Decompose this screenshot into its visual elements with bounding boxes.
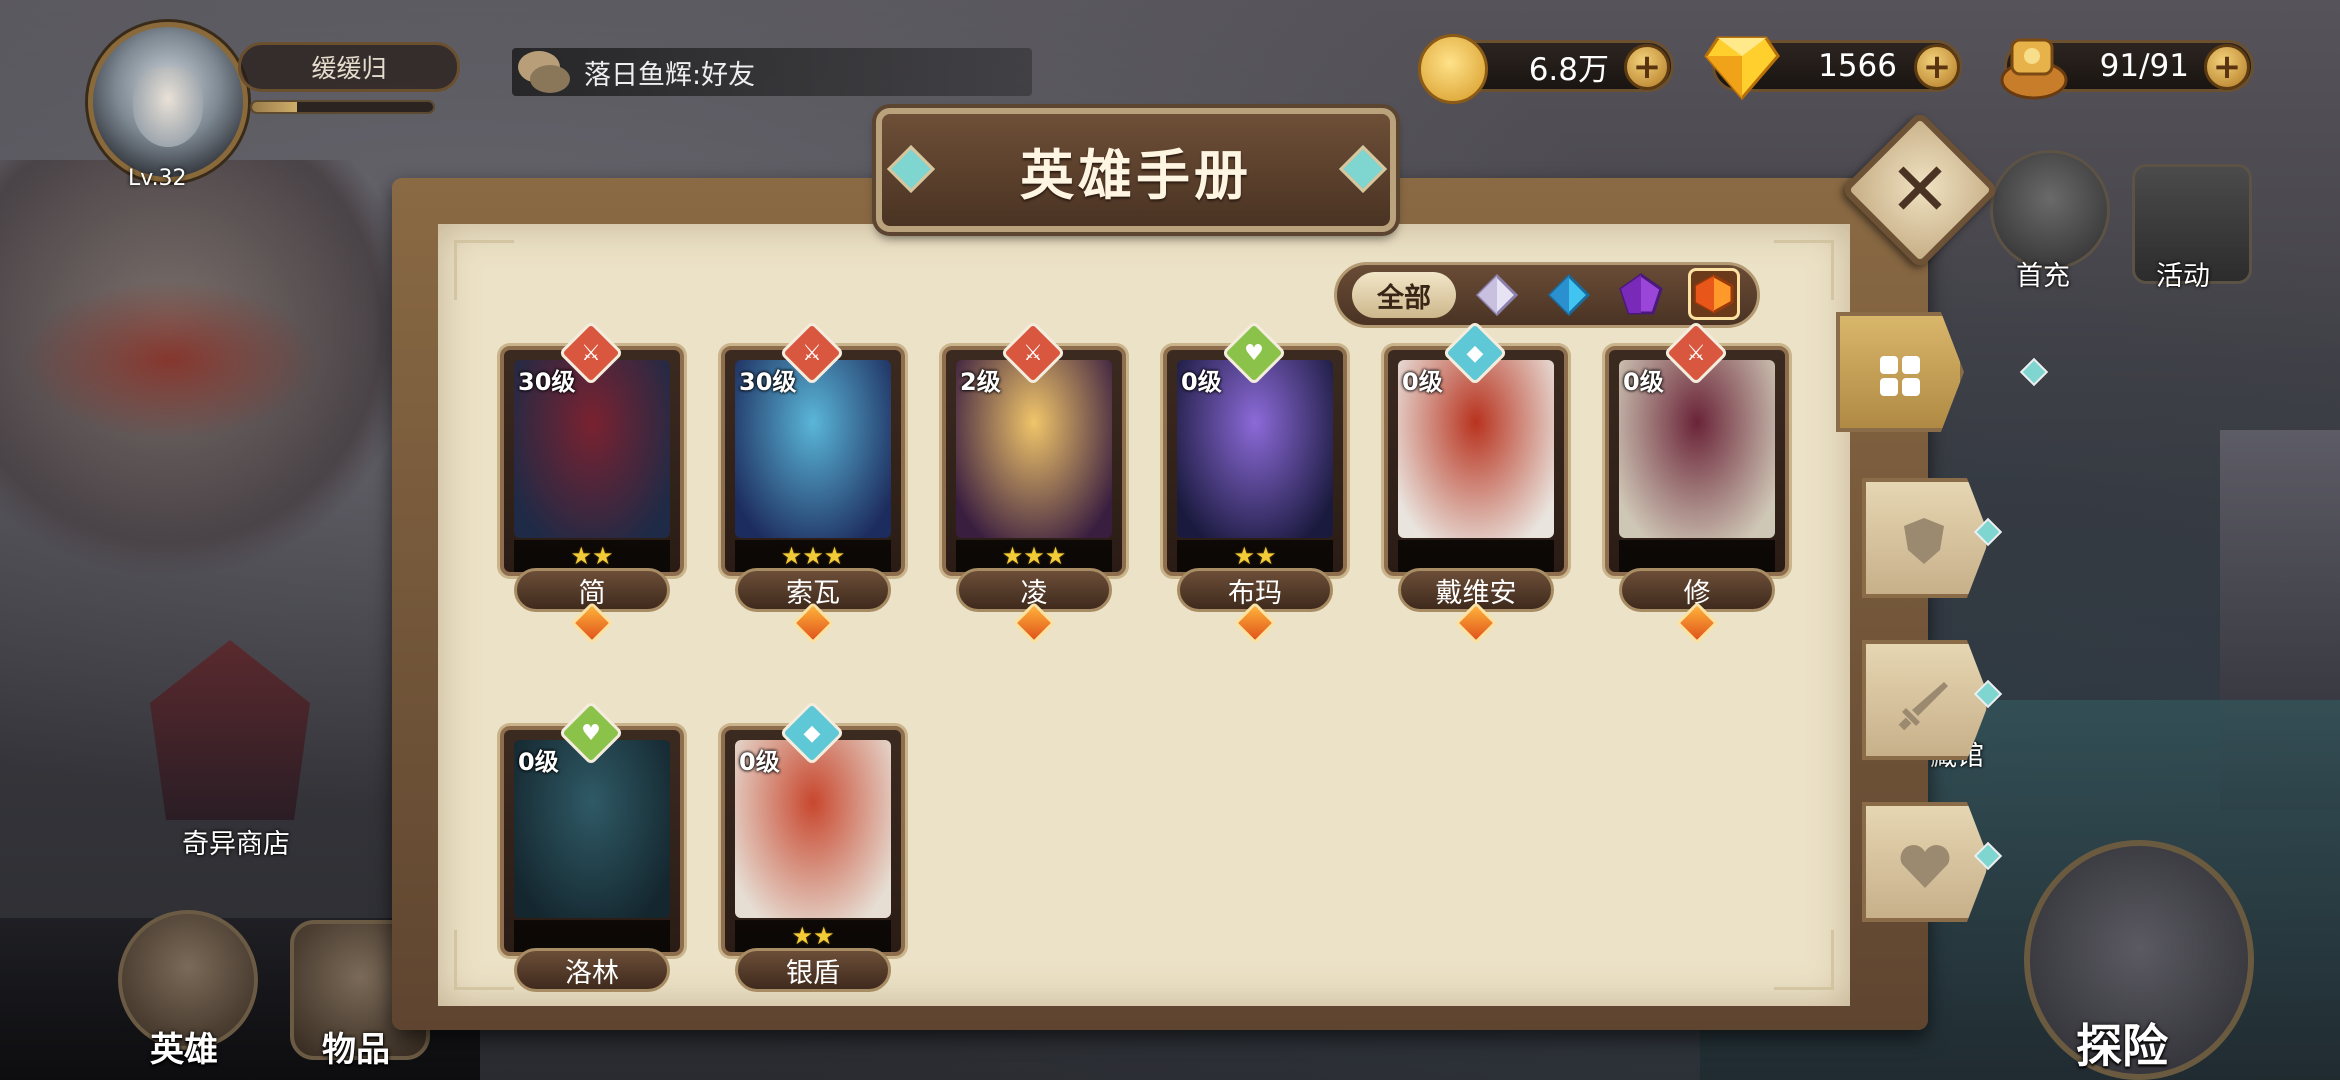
- white-gem-icon[interactable]: [1474, 272, 1520, 318]
- chat-message: 落日鱼辉:好友: [584, 59, 756, 91]
- player-avatar[interactable]: [88, 22, 248, 182]
- events-label[interactable]: 活动: [2156, 254, 2210, 293]
- hero-level: 30级: [739, 368, 797, 396]
- stamina-amount: 91/91: [2099, 48, 2189, 84]
- tab-all-heroes[interactable]: [1836, 312, 1964, 432]
- hero-name: 洛林: [514, 948, 670, 992]
- panel-title-plate: 英雄手册: [876, 108, 1396, 232]
- hero-card[interactable]: 0级 ★★ ◆ 银盾: [721, 700, 905, 992]
- tab-tank-heroes[interactable]: [1862, 478, 1990, 598]
- hero-level: 2级: [960, 368, 1001, 396]
- first-recharge-icon[interactable]: [1990, 150, 2110, 270]
- gold-amount: 6.8万: [1528, 51, 1609, 88]
- xp-bar-fill: [252, 102, 298, 112]
- hero-card[interactable]: 0级 ♥ 洛林: [500, 700, 684, 992]
- hero-level: 30级: [518, 368, 576, 396]
- explore-label[interactable]: 探险: [2076, 1010, 2168, 1076]
- first-recharge-label[interactable]: 首充: [2016, 254, 2070, 293]
- filter-all-button[interactable]: 全部: [1352, 272, 1456, 318]
- add-gold-button[interactable]: +: [1624, 44, 1670, 90]
- shield-icon: [1904, 518, 1944, 564]
- sword-icon: [1898, 682, 1948, 730]
- add-diamond-button[interactable]: +: [1914, 44, 1960, 90]
- add-stamina-button[interactable]: +: [2204, 44, 2250, 90]
- hero-card[interactable]: 30级 ★★ ⚔ 简: [500, 320, 684, 645]
- player-level: Lv.32: [128, 166, 187, 191]
- avatar-face: [133, 67, 203, 147]
- hero-level: 0级: [1402, 368, 1443, 396]
- heart-icon: [1900, 845, 1950, 888]
- hero-card[interactable]: 30级 ★★★ ⚔ 索瓦: [721, 320, 905, 645]
- strange-shop-label[interactable]: 奇异商店: [182, 822, 290, 861]
- chat-icon: [518, 51, 570, 93]
- stamina-food-icon: [2000, 38, 2068, 100]
- hero-level: 0级: [739, 748, 780, 776]
- items-nav-label[interactable]: 物品: [322, 1022, 390, 1071]
- hero-name: 银盾: [735, 948, 891, 992]
- tab-support-heroes[interactable]: [1862, 802, 1990, 922]
- gold-coin-icon: [1418, 34, 1488, 104]
- heroes-nav-label[interactable]: 英雄: [150, 1022, 218, 1071]
- grid-icon: [1880, 356, 1920, 396]
- blue-gem-icon[interactable]: [1546, 272, 1592, 318]
- background-foliage: [20, 280, 320, 440]
- purple-gem-icon[interactable]: [1618, 272, 1664, 318]
- hero-card[interactable]: 2级 ★★★ ⚔ 凌: [942, 320, 1126, 645]
- hero-level: 0级: [1623, 368, 1664, 396]
- hero-card[interactable]: 0级 ★★ ♥ 布玛: [1163, 320, 1347, 645]
- close-icon: ✕: [1888, 147, 1951, 233]
- player-name: 缓缓归: [238, 42, 460, 92]
- panel-title: 英雄手册: [1020, 143, 1252, 207]
- chat-bar[interactable]: 落日鱼辉:好友: [512, 48, 1032, 96]
- xp-bar: [250, 100, 435, 114]
- hero-card[interactable]: 0级 ◆ 戴维安: [1384, 320, 1568, 645]
- diamond-amount: 1566: [1818, 48, 1897, 84]
- hero-level: 0级: [1181, 368, 1222, 396]
- orange-gem-icon[interactable]: [1688, 268, 1740, 320]
- diamond-icon: [1704, 36, 1780, 100]
- tab-attack-heroes[interactable]: [1862, 640, 1990, 760]
- hero-card[interactable]: 0级 ⚔ 修: [1605, 320, 1789, 645]
- hero-level: 0级: [518, 748, 559, 776]
